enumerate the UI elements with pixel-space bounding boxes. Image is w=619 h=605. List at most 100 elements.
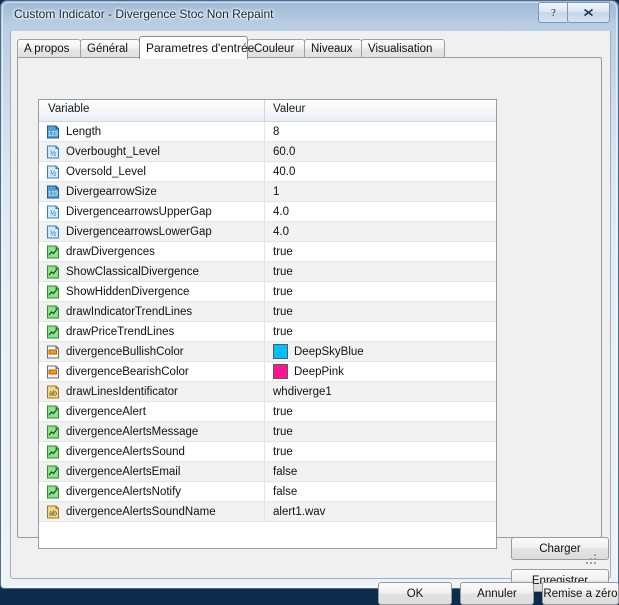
help-button[interactable]: ? xyxy=(538,2,569,23)
table-row[interactable]: divergenceAlertsSound true xyxy=(39,442,496,462)
cell-value[interactable]: true xyxy=(265,422,496,441)
variable-name: divergenceBearishColor xyxy=(66,365,189,378)
table-row[interactable]: ab drawLinesIdentificator whdiverge1 xyxy=(39,382,496,402)
table-row[interactable]: 123 DivergearrowSize 1 xyxy=(39,182,496,202)
variable-name: drawPriceTrendLines xyxy=(66,325,175,338)
table-row[interactable]: divergenceAlertsEmail false xyxy=(39,462,496,482)
window-title: Custom Indicator - Divergence Stoc Non R… xyxy=(14,7,274,21)
parameters-grid[interactable]: Variable Valeur 123 Length 8 ½ Overbought_Le… xyxy=(38,99,497,549)
table-row[interactable]: divergenceBullishColor DeepSkyBlue xyxy=(39,342,496,362)
cell-value[interactable]: 1 xyxy=(265,182,496,201)
tab-label: Couleur xyxy=(254,43,295,55)
tab-g-n-ral[interactable]: Général xyxy=(80,39,140,58)
table-row[interactable]: ab divergenceAlertsSoundName alert1.wav xyxy=(39,502,496,522)
string-type-icon: ab xyxy=(47,505,59,518)
variable-name: Overbought_Level xyxy=(66,145,160,158)
table-row[interactable]: divergenceAlertsNotify false xyxy=(39,482,496,502)
cell-value[interactable]: 8 xyxy=(265,122,496,141)
table-row[interactable]: divergenceAlertsMessage true xyxy=(39,422,496,442)
variable-name: divergenceAlert xyxy=(66,405,146,418)
variable-value: false xyxy=(273,485,298,498)
cell-value[interactable]: DeepPink xyxy=(265,362,496,381)
reset-button-label: Remise a zéro xyxy=(543,587,618,600)
table-row[interactable]: ½ DivergencearrowsLowerGap 4.0 xyxy=(39,222,496,242)
double-type-icon: ½ xyxy=(47,145,59,158)
svg-text:½: ½ xyxy=(50,169,56,177)
cell-variable: drawIndicatorTrendLines xyxy=(39,302,265,321)
color-type-icon xyxy=(47,365,59,378)
reset-button[interactable]: Remise a zéro xyxy=(542,582,619,605)
table-row[interactable]: drawPriceTrendLines true xyxy=(39,322,496,342)
string-type-icon: ab xyxy=(47,385,59,398)
cell-value[interactable]: true xyxy=(265,282,496,301)
table-row[interactable]: ½ DivergencearrowsUpperGap 4.0 xyxy=(39,202,496,222)
table-row[interactable]: 123 Length 8 xyxy=(39,122,496,142)
cell-value[interactable]: 4.0 xyxy=(265,222,496,241)
cell-value[interactable]: alert1.wav xyxy=(265,502,496,521)
variable-value: true xyxy=(273,245,293,258)
table-row[interactable]: ½ Overbought_Level 60.0 xyxy=(39,142,496,162)
question-mark-icon: ? xyxy=(551,7,556,19)
dialog-client-area: A propos Général Parametres d'entrée Couleu… xyxy=(10,31,619,605)
load-button-label: Charger xyxy=(539,542,581,555)
tab-label: Visualisation xyxy=(368,43,433,55)
cancel-button-label: Annuler xyxy=(477,587,517,600)
tab-a-propos[interactable]: A propos xyxy=(17,39,81,58)
cell-variable: divergenceAlertsEmail xyxy=(39,462,265,481)
cell-value[interactable]: true xyxy=(265,442,496,461)
tab-label: Parametres d'entrée xyxy=(146,41,255,55)
cell-value[interactable]: 60.0 xyxy=(265,142,496,161)
cell-variable: ½ Oversold_Level xyxy=(39,162,265,181)
cell-variable: divergenceAlertsMessage xyxy=(39,422,265,441)
tab-strip: A propos Général Parametres d'entrée Couleu… xyxy=(17,36,602,59)
close-button[interactable] xyxy=(567,2,610,23)
int-type-icon: 123 xyxy=(47,125,59,138)
cell-value[interactable]: true xyxy=(265,262,496,281)
title-bar[interactable]: Custom Indicator - Divergence Stoc Non R… xyxy=(1,1,619,31)
variable-value: 40.0 xyxy=(273,165,296,178)
bool-type-icon xyxy=(47,485,59,498)
variable-value: true xyxy=(273,405,293,418)
cell-value[interactable]: DeepSkyBlue xyxy=(265,342,496,361)
table-row[interactable]: ShowClassicalDivergence true xyxy=(39,262,496,282)
cell-variable: ShowHiddenDivergence xyxy=(39,282,265,301)
table-row[interactable]: divergenceBearishColor DeepPink xyxy=(39,362,496,382)
variable-value: 4.0 xyxy=(273,225,289,238)
cancel-button[interactable]: Annuler xyxy=(460,582,534,605)
grid-body: 123 Length 8 ½ Overbought_Level 60.0 ½ Oversold… xyxy=(39,122,496,522)
cell-variable: divergenceAlertsSound xyxy=(39,442,265,461)
cell-value[interactable]: 40.0 xyxy=(265,162,496,181)
table-row[interactable]: drawDivergences true xyxy=(39,242,496,262)
variable-name: drawIndicatorTrendLines xyxy=(66,305,193,318)
tab-parametres-d-entr-e[interactable]: Parametres d'entrée xyxy=(139,36,254,59)
cell-value[interactable]: false xyxy=(265,482,496,501)
cell-value[interactable]: true xyxy=(265,242,496,261)
cell-value[interactable]: whdiverge1 xyxy=(265,382,496,401)
svg-text:123: 123 xyxy=(48,191,59,197)
ok-button[interactable]: OK xyxy=(378,582,452,605)
cell-variable: divergenceAlert xyxy=(39,402,265,421)
variable-name: divergenceAlertsSound xyxy=(66,445,185,458)
tab-visualisation[interactable]: Visualisation xyxy=(361,39,445,58)
cell-value[interactable]: false xyxy=(265,462,496,481)
table-row[interactable]: ShowHiddenDivergence true xyxy=(39,282,496,302)
bool-type-icon xyxy=(47,425,59,438)
variable-name: divergenceBullishColor xyxy=(66,345,184,358)
bool-type-icon xyxy=(47,245,59,258)
tab-couleur[interactable]: Couleur xyxy=(247,39,305,58)
cell-value[interactable]: true xyxy=(265,402,496,421)
cell-value[interactable]: true xyxy=(265,322,496,341)
variable-name: divergenceAlertsNotify xyxy=(66,485,182,498)
cell-value[interactable]: true xyxy=(265,302,496,321)
cell-value[interactable]: 4.0 xyxy=(265,202,496,221)
table-row[interactable]: drawIndicatorTrendLines true xyxy=(39,302,496,322)
grid-header-row: Variable Valeur xyxy=(39,100,496,122)
table-row[interactable]: divergenceAlert true xyxy=(39,402,496,422)
variable-value: true xyxy=(273,285,293,298)
tab-niveaux[interactable]: Niveaux xyxy=(304,39,362,58)
table-row[interactable]: ½ Oversold_Level 40.0 xyxy=(39,162,496,182)
close-icon xyxy=(584,8,593,17)
resize-grip-icon[interactable] xyxy=(586,554,598,566)
bool-type-icon xyxy=(47,405,59,418)
cell-variable: ½ Overbought_Level xyxy=(39,142,265,161)
